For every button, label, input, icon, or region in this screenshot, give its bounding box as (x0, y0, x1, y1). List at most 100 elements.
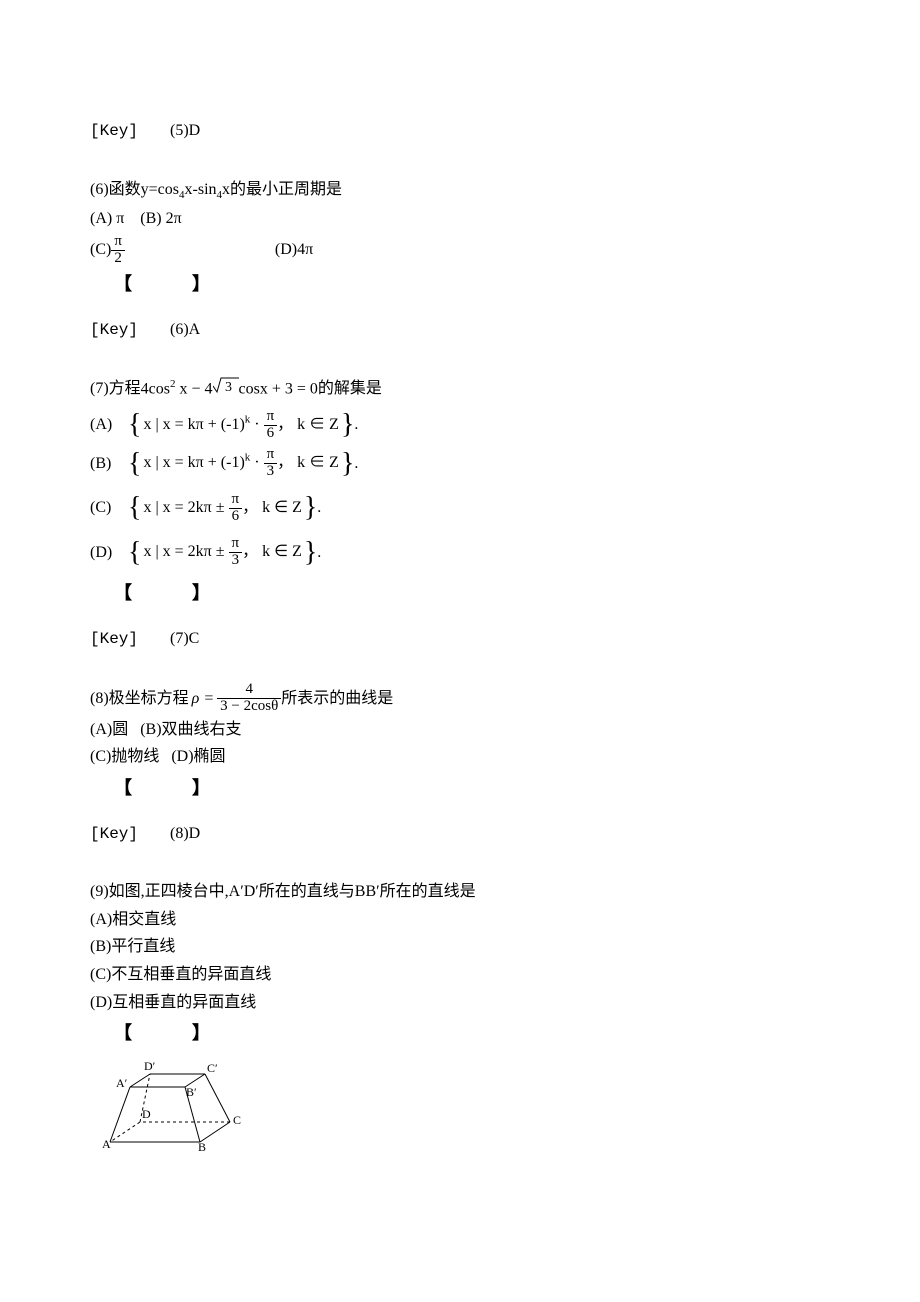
set-text: ， k ∈ Z (242, 499, 302, 516)
set-expression: { x | x = 2kπ ± π3， k ∈ Z } (128, 536, 317, 569)
set-expression: { x | x = 2kπ ± π6， k ∈ Z } (128, 492, 317, 525)
set-expression: { x | x = kπ + (-1)k · π3， k ∈ Z } (128, 447, 354, 480)
frustum-diagram: A B C D A′ B′ C′ D′ (90, 1052, 250, 1152)
question-8-choices-row2: (C)抛物线 (D)椭圆 (90, 744, 830, 770)
answer-key-7: [Key] (7)C (90, 626, 830, 653)
set-text: ， k ∈ Z (242, 543, 302, 560)
q8-text: 所表示的曲线是 (281, 686, 393, 712)
set-text: x | x = kπ + (-1) (143, 454, 244, 471)
q8-choice-d: (D)椭圆 (171, 748, 225, 765)
fraction-numerator: 4 (217, 682, 281, 699)
q6-choice-b-label: (B) (140, 210, 161, 227)
vertex-Dp: D′ (144, 1059, 156, 1073)
fraction-denominator: 6 (264, 426, 278, 442)
q7-text: (7)方程 (90, 380, 141, 397)
choice-label: (D) (90, 540, 128, 566)
q6-choice-c-label: (C) (90, 237, 111, 263)
set-text: · (250, 454, 263, 471)
set-text: ， k ∈ Z (277, 416, 339, 433)
set-expression: { x | x = kπ + (-1)k · π6， k ∈ Z } (128, 409, 354, 442)
vertex-D: D (142, 1107, 151, 1121)
fraction-denominator: 2 (111, 251, 125, 267)
choice-label: (C) (90, 495, 128, 521)
q9-choice-d: (D)互相垂直的异面直线 (90, 990, 830, 1016)
question-8-stem: (8)极坐标方程 ρ = 4 3 − 2cosθ 所表示的曲线是 (90, 682, 830, 715)
q6-text: x的最小正周期是 (222, 181, 342, 198)
q7-text: 的解集是 (318, 380, 382, 397)
fraction-denominator: 3 − 2cosθ (217, 699, 281, 715)
fraction-denominator: 3 (229, 553, 243, 569)
key-value: (8)D (170, 825, 200, 842)
svg-text:3: 3 (225, 380, 232, 394)
key-value: (6)A (170, 321, 200, 338)
key-label: [Key] (90, 122, 138, 140)
q9-choice-b: (B)平行直线 (90, 934, 830, 960)
brace-left-icon: { (128, 539, 141, 567)
q7-eq: 4cos (141, 380, 170, 397)
question-6-stem: (6)函数y=cos4x-sin4x的最小正周期是 (90, 177, 830, 205)
brace-left-icon: { (128, 494, 141, 522)
answer-key-8: [Key] (8)D (90, 821, 830, 848)
question-8-choices-row1: (A)圆 (B)双曲线右支 (90, 717, 830, 743)
q7-eq: cosx + 3 = 0 (239, 380, 318, 397)
q8-rho: ρ = (189, 686, 217, 712)
question-7-stem: (7)方程 4cos2 x − 43cosx + 3 = 0 的解集是 (90, 376, 830, 403)
key-label: [Key] (90, 825, 138, 843)
q6-choice-d-value: 4π (297, 237, 313, 263)
fraction: π6 (264, 409, 278, 442)
fraction-numerator: π (264, 409, 278, 426)
answer-key-6: [Key] (6)A (90, 317, 830, 344)
fraction-denominator: 3 (264, 464, 278, 480)
brace-left-icon: { (128, 411, 141, 439)
fraction: π6 (229, 492, 243, 525)
vertex-Bp: B′ (186, 1085, 197, 1099)
key-label: [Key] (90, 630, 138, 648)
q6-text: (6)函数y=cos (90, 181, 179, 198)
set-text: x | x = 2kπ ± (143, 543, 228, 560)
choice-label: (A) (90, 412, 128, 438)
brace-right-icon: } (304, 494, 317, 522)
brace-right-icon: } (304, 539, 317, 567)
question-7-choice-b: (B) { x | x = kπ + (-1)k · π3， k ∈ Z } . (90, 447, 830, 480)
fraction-numerator: π (111, 234, 125, 251)
question-7-choice-a: (A) { x | x = kπ + (-1)k · π6， k ∈ Z } . (90, 409, 830, 442)
fraction: π3 (229, 536, 243, 569)
q8-choice-a: (A)圆 (90, 721, 128, 738)
fraction-numerator: π (229, 536, 243, 553)
vertex-A: A (102, 1137, 111, 1151)
q9-choice-a: (A)相交直线 (90, 907, 830, 933)
question-7-choice-d: (D) { x | x = 2kπ ± π3， k ∈ Z } . (90, 536, 830, 569)
vertex-Cp: C′ (207, 1061, 218, 1075)
choice-label: (B) (90, 451, 128, 477)
key-value: (5)D (170, 122, 200, 139)
question-9-stem: (9)如图,正四棱台中,A′D′所在的直线与BB′所在的直线是 (90, 879, 830, 905)
sqrt-icon: 3 (213, 376, 239, 403)
set-text: ， k ∈ Z (277, 454, 339, 471)
key-label: [Key] (90, 321, 138, 339)
q8-text: (8)极坐标方程 (90, 686, 189, 712)
fraction-numerator: π (264, 447, 278, 464)
q6-choice-d-label: (D) (275, 237, 297, 263)
q7-exp: 2 (170, 378, 176, 390)
q6-choice-c-fraction: π 2 (111, 234, 125, 267)
question-6-choices-row1: (A) π (B) 2π (90, 206, 830, 232)
fraction: π3 (264, 447, 278, 480)
brace-right-icon: } (341, 450, 354, 478)
set-text: x | x = kπ + (-1) (143, 416, 244, 433)
brace-left-icon: { (128, 450, 141, 478)
q8-fraction: 4 3 − 2cosθ (217, 682, 281, 715)
q6-choice-b-value: 2π (166, 210, 182, 227)
vertex-C: C (233, 1113, 241, 1127)
set-text: x | x = 2kπ ± (143, 499, 228, 516)
answer-bracket: 【 】 (90, 270, 830, 299)
q6-text: x-sin (185, 181, 217, 198)
q9-choice-c: (C)不互相垂直的异面直线 (90, 962, 830, 988)
fraction-numerator: π (229, 492, 243, 509)
question-6-choices-row2: (C) π 2 (D) 4π (90, 234, 830, 267)
brace-right-icon: } (341, 411, 354, 439)
answer-bracket: 【 】 (90, 1019, 830, 1048)
q6-choice-a-label: (A) (90, 210, 112, 227)
answer-bracket: 【 】 (90, 774, 830, 803)
question-7-choice-c: (C) { x | x = 2kπ ± π6， k ∈ Z } . (90, 492, 830, 525)
q8-choice-c: (C)抛物线 (90, 748, 159, 765)
